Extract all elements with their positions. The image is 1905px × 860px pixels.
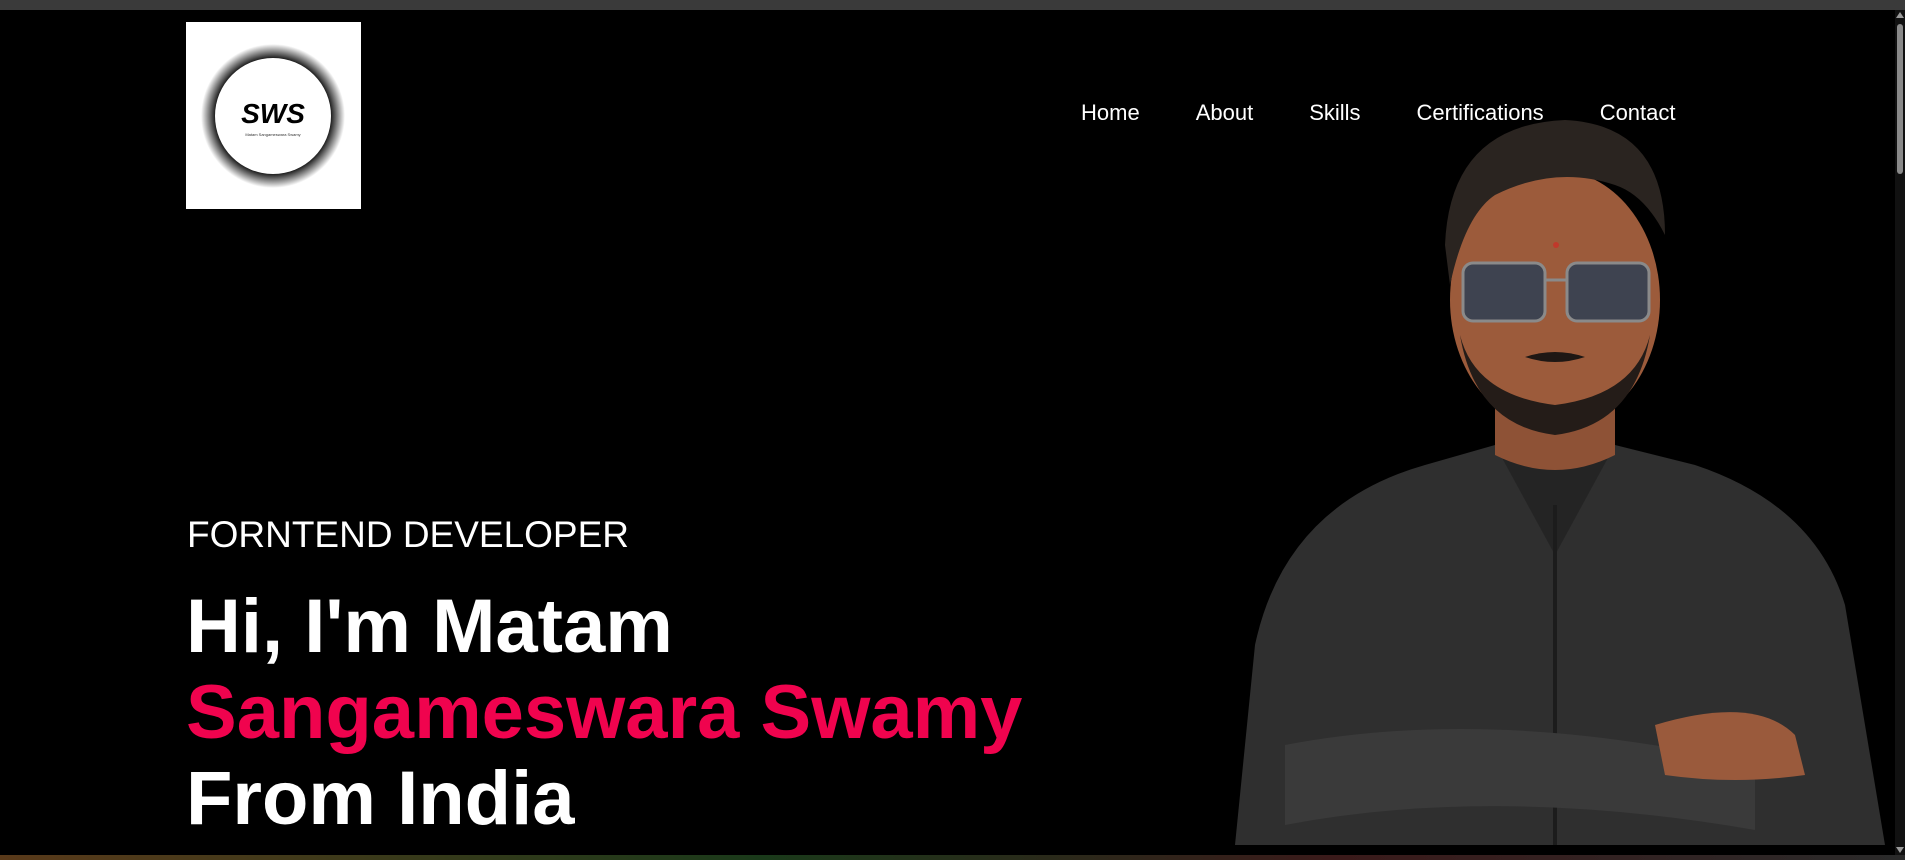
portrait-image (1235, 120, 1885, 845)
scroll-down-icon[interactable] (1896, 847, 1904, 853)
site-logo[interactable]: SWS Matam Sangameswara Swamy (186, 22, 361, 209)
hero-name: Sangameswara Swamy (186, 670, 1023, 755)
logo-caption: Matam Sangameswara Swamy (245, 132, 300, 137)
logo-icon: SWS Matam Sangameswara Swamy (201, 44, 345, 188)
page-scrollbar[interactable] (1895, 10, 1905, 855)
hero-location: From India (186, 756, 575, 841)
browser-top-strip (0, 0, 1905, 10)
logo-monogram: SWS (241, 98, 305, 129)
browser-bottom-strip (0, 855, 1905, 860)
scrollbar-thumb[interactable] (1897, 24, 1903, 174)
page-viewport: SWS Matam Sangameswara Swamy Home About … (0, 10, 1895, 855)
scroll-up-icon[interactable] (1896, 12, 1904, 18)
hero-headline: Hi, I'm Matam Sangameswara Swamy From In… (186, 584, 1022, 842)
hero-greeting: Hi, I'm Matam (186, 584, 673, 669)
hero-subtitle: FORNTEND DEVELOPER (187, 514, 630, 555)
nav-home[interactable]: Home (1081, 100, 1140, 126)
